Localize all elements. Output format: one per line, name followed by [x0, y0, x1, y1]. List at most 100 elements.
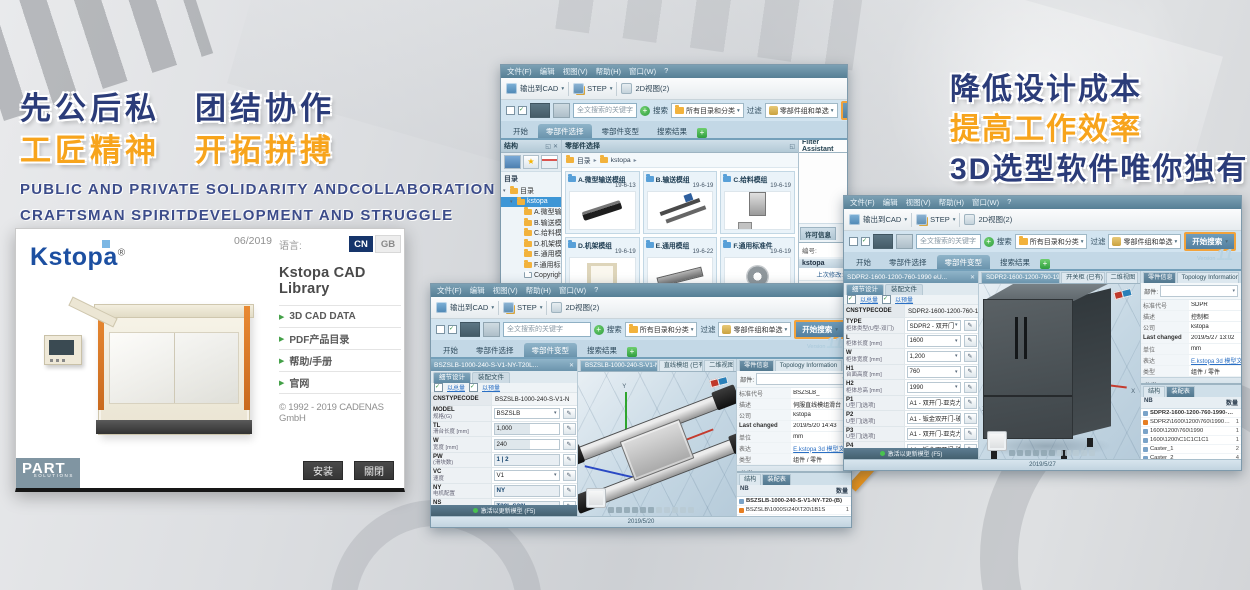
update-model-bar[interactable]: 激活以更新模型 (F5): [431, 505, 577, 516]
tab-start[interactable]: 开始: [505, 124, 536, 138]
start-search-button[interactable]: 开始搜索▾: [1184, 232, 1236, 251]
step-format-button[interactable]: STEP▾: [503, 302, 542, 313]
parameter-value[interactable]: SDPR2 - 双开门: [907, 320, 961, 332]
edit-icon[interactable]: ✎: [563, 470, 576, 482]
tab-part-selection[interactable]: 零部件选择: [538, 124, 592, 138]
filter-select[interactable]: 零部件组和单选▾: [1108, 234, 1181, 249]
edit-icon[interactable]: ✎: [964, 335, 977, 347]
viewer-tab-2d[interactable]: 二维视图: [704, 360, 734, 371]
part-select[interactable]: ▾: [756, 373, 848, 385]
dialog-menu-item[interactable]: ▶ 3D CAD DATA: [279, 305, 401, 327]
export-to-cad-button[interactable]: 输出到CAD▾: [506, 83, 564, 94]
catalog-select[interactable]: 所有目录和分类▾: [671, 103, 744, 118]
update-model-bar[interactable]: 激活以更新模型 (F5): [844, 448, 978, 459]
tab-part-variation[interactable]: 零部件变型: [594, 124, 648, 138]
search-input[interactable]: [573, 103, 637, 118]
parameter-value[interactable]: 1600: [907, 335, 961, 347]
close-icon[interactable]: ✕: [970, 274, 975, 281]
tab-assembly-doc[interactable]: 装配文件: [472, 372, 510, 383]
tab-search-results[interactable]: 搜索结果: [649, 124, 695, 138]
tab-part-selection[interactable]: 零部件选择: [881, 255, 935, 269]
tab-search-results[interactable]: 搜索结果: [579, 343, 625, 357]
checkbox[interactable]: [849, 237, 858, 246]
viewport-3d[interactable]: X Z: [979, 284, 1140, 459]
2d-view-button[interactable]: 2D视图(2): [621, 83, 669, 94]
close-icon[interactable]: ✕: [553, 143, 558, 150]
edit-icon[interactable]: ✎: [964, 320, 977, 332]
orientation-cube[interactable]: [987, 431, 1007, 451]
checkbox[interactable]: [861, 237, 870, 246]
assembly-row[interactable]: Caster_1 2: [1141, 445, 1241, 454]
viewer-tab-model[interactable]: BSZSLB-1000-240-S-V1-NY-T20L...: [580, 360, 658, 371]
tree-item[interactable]: Copyright: [501, 270, 561, 281]
tab-start[interactable]: 开始: [435, 343, 466, 357]
viewer-tab-existing[interactable]: 开关柜 (已有): [1061, 272, 1104, 283]
start-search-button[interactable]: 开始搜索▾: [794, 320, 846, 339]
search-input[interactable]: [503, 322, 591, 337]
menu-item[interactable]: 视图(V): [493, 285, 518, 296]
assembly-row[interactable]: BSZSLB\1000S\240\T20\1B1S 1: [737, 506, 851, 515]
tab-structure[interactable]: 结构: [1143, 386, 1165, 397]
checkbox[interactable]: [448, 325, 457, 334]
checkbox[interactable]: [506, 106, 515, 115]
viewer-tab-2d[interactable]: 二维视图: [1106, 272, 1139, 283]
menu-item[interactable]: ?: [594, 285, 598, 296]
assembly-row[interactable]: SDPR2-1600-1200-760-1990-A1A3A1A1 A1A3A.…: [1141, 409, 1241, 418]
menu-item[interactable]: ?: [1007, 197, 1011, 208]
parameter-value[interactable]: A1 - 双开门-亚克力: [907, 428, 961, 440]
menu-item[interactable]: 编辑: [540, 66, 555, 77]
search-options-button[interactable]: [896, 234, 913, 249]
viewer-tab-model[interactable]: SDPR2-1600-1200-760-1990 eU...: [981, 272, 1060, 283]
assembly-row[interactable]: 1600\1200\760\1990 1: [1141, 427, 1241, 436]
tab-topology-info[interactable]: Topology Information: [1177, 272, 1239, 283]
new-tab-button[interactable]: +: [1040, 259, 1050, 269]
orientation-cube[interactable]: [586, 488, 606, 508]
tab-structure[interactable]: 结构: [739, 474, 761, 485]
dialog-menu-item[interactable]: ▶ 官网: [279, 371, 401, 394]
tree-item[interactable]: kstopa: [501, 197, 561, 208]
menu-item[interactable]: 文件(F): [507, 66, 532, 77]
tab-assembly-list[interactable]: 装配表: [1166, 386, 1195, 397]
add-search-icon[interactable]: +: [640, 106, 650, 116]
edit-icon[interactable]: ✎: [563, 454, 576, 466]
install-button[interactable]: 安装: [303, 461, 343, 480]
checkbox[interactable]: [469, 383, 478, 392]
tab-part-variation[interactable]: 零部件变型: [937, 255, 991, 269]
export-to-cad-button[interactable]: 输出到CAD▾: [849, 214, 907, 225]
add-search-icon[interactable]: +: [594, 325, 604, 335]
search-options-button[interactable]: [483, 322, 500, 337]
filter-select[interactable]: 零部件组和单选▾: [718, 322, 791, 337]
edit-icon[interactable]: ✎: [563, 408, 576, 420]
tree-item[interactable]: B.输送模组: [501, 218, 561, 229]
edit-icon[interactable]: ✎: [964, 413, 977, 425]
catalog-select[interactable]: 所有目录和分类▾: [625, 322, 698, 337]
viewport-3d[interactable]: Y: [578, 372, 736, 516]
tab-part-variation[interactable]: 零部件变型: [524, 343, 578, 357]
parameter-value[interactable]: SDPR2-1600-1200-760-19: [905, 305, 978, 317]
menu-item[interactable]: 文件(F): [850, 197, 875, 208]
search-mode-button[interactable]: [530, 103, 550, 118]
catalog-select[interactable]: 所有目录和分类▾: [1015, 234, 1088, 249]
tab-part-info[interactable]: 零件信息: [739, 360, 774, 371]
filter-select[interactable]: 零部件组和单选▾: [765, 103, 838, 118]
menu-item[interactable]: 窗口(W): [559, 285, 586, 296]
parameter-value[interactable]: 1990: [907, 382, 961, 394]
tree-expander-icon[interactable]: [503, 188, 508, 194]
edit-icon[interactable]: ✎: [964, 351, 977, 363]
part-tab[interactable]: SDPR2-1600-1200-760-1990 eU...✕: [844, 271, 978, 283]
2d-view-button[interactable]: 2D视图(2): [964, 214, 1012, 225]
parameter-value[interactable]: BSZSLB: [494, 408, 560, 420]
edit-icon[interactable]: ✎: [964, 366, 977, 378]
checkbox[interactable]: [434, 383, 443, 392]
tab-topology-info[interactable]: Topology Information: [775, 360, 842, 371]
2d-view-button[interactable]: 2D视图(2): [551, 302, 599, 313]
menu-item[interactable]: 编辑: [470, 285, 485, 296]
tree-item[interactable]: A.微型输送模组: [501, 207, 561, 218]
new-tab-button[interactable]: +: [627, 347, 637, 357]
tab-search-results[interactable]: 搜索结果: [992, 255, 1038, 269]
license-tab[interactable]: 许可信息: [800, 227, 836, 240]
link-total[interactable]: 以总量: [860, 295, 878, 304]
assembly-row[interactable]: 1600\1200\C1C1C1C1 1: [1141, 436, 1241, 445]
part-card[interactable]: C.给料模组 19-6-19: [720, 171, 795, 234]
export-to-cad-button[interactable]: 输出到CAD▾: [436, 302, 494, 313]
